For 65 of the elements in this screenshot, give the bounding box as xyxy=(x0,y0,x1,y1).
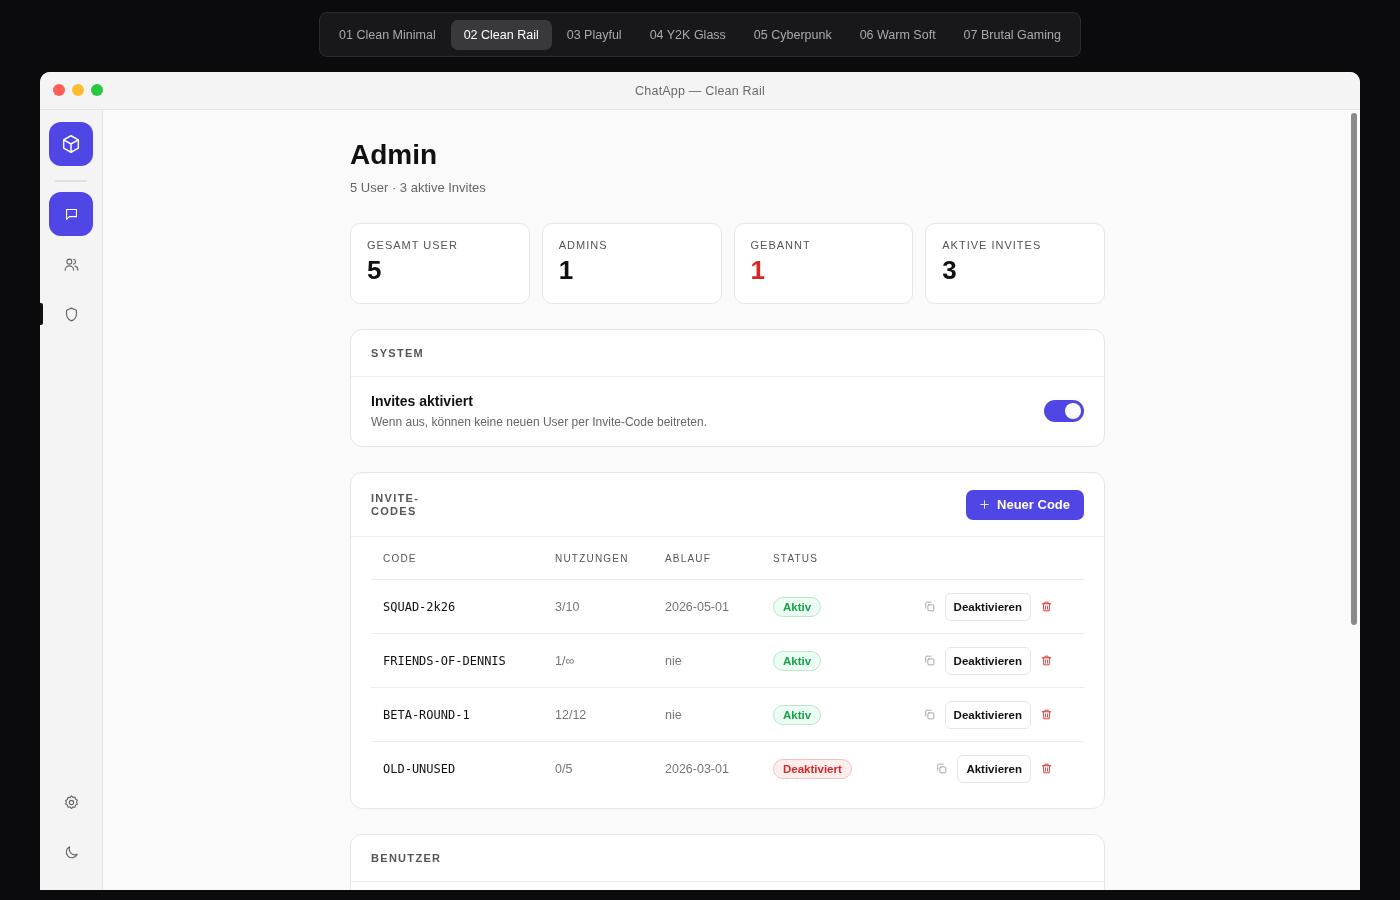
status-badge: Aktiv xyxy=(773,704,822,725)
stat-label: GESAMT USER xyxy=(367,239,459,251)
copy-icon xyxy=(935,762,949,775)
trash-icon xyxy=(1040,600,1053,613)
minimize-button[interactable] xyxy=(72,84,84,96)
column-header: NUTZUNGEN xyxy=(555,552,630,564)
section-heading: BENUTZER xyxy=(371,852,442,864)
theme-tab[interactable]: 04 Y2K Glass xyxy=(636,19,739,50)
window-title: ChatApp — Clean Rail xyxy=(635,83,765,98)
toggle-code-button[interactable]: Aktivieren xyxy=(957,754,1031,783)
table-cell-text: 0/5 xyxy=(555,761,574,776)
stat-value: 1 xyxy=(750,255,766,286)
settings-icon xyxy=(62,793,80,811)
theme-tab[interactable]: 01 Clean Minimal xyxy=(326,19,449,50)
close-button[interactable] xyxy=(53,84,65,96)
code-cell-text: OLD-UNUSED xyxy=(383,761,457,776)
page-title: Admin xyxy=(350,138,439,172)
theme-tab[interactable]: 07 Brutal Gaming xyxy=(950,19,1074,50)
toggle-switch[interactable] xyxy=(1044,400,1084,422)
section-heading: INVITE-CODES xyxy=(371,491,421,518)
code-cell-text: SQUAD-2k26 xyxy=(383,599,457,614)
cube-icon[interactable] xyxy=(60,133,82,155)
toggle-code-button[interactable]: Deaktivieren xyxy=(944,592,1031,621)
stat-label: AKTIVE INVITES xyxy=(942,239,1043,251)
table-cell-text: 3/10 xyxy=(555,599,581,614)
column-header: ABLAUF xyxy=(665,552,713,564)
copy-icon xyxy=(922,600,936,613)
copy-icon xyxy=(922,708,936,721)
code-cell-text: FRIENDS-OF-DENNIS xyxy=(383,653,507,668)
scrollbar[interactable] xyxy=(1351,113,1357,625)
table-cell-text: nie xyxy=(665,707,683,722)
section-heading: SYSTEM xyxy=(371,347,425,359)
maximize-button[interactable] xyxy=(91,84,103,96)
column-header: STATUS xyxy=(773,552,820,564)
toggle-code-button[interactable]: Deaktivieren xyxy=(944,646,1031,675)
column-header: CODE xyxy=(383,552,418,564)
table-cell-text: 12/12 xyxy=(555,707,588,722)
theme-tab[interactable]: 02 Clean Rail xyxy=(450,19,552,50)
plus-icon xyxy=(978,498,992,511)
stat-value: 1 xyxy=(558,255,575,286)
new-code-button[interactable]: Neuer Code xyxy=(966,489,1084,520)
table-cell-text: 1/∞ xyxy=(555,653,576,668)
trash-icon xyxy=(1040,708,1053,721)
chat-nav-button[interactable] xyxy=(49,192,93,236)
stat-label: ADMINS xyxy=(558,239,609,251)
theme-tab[interactable]: 06 Warm Soft xyxy=(846,19,949,50)
stat-label: GEBANNT xyxy=(750,239,812,251)
setting-label: Invites aktiviert xyxy=(371,393,474,409)
status-badge: Aktiv xyxy=(773,650,822,671)
code-cell-text: BETA-ROUND-1 xyxy=(383,707,471,722)
stat-value: 5 xyxy=(367,255,383,286)
table-cell-text: 2026-03-01 xyxy=(665,761,730,776)
table-cell-text: 2026-05-01 xyxy=(665,599,730,614)
setting-description: Wenn aus, können keine neuen User per Invite-Code beitreten. xyxy=(371,415,707,429)
page-subtitle: 5 User · 3 aktive Invites xyxy=(350,180,487,195)
copy-icon xyxy=(922,654,936,667)
toggle-code-button[interactable]: Deaktivieren xyxy=(944,700,1031,729)
trash-icon xyxy=(1040,654,1053,667)
trash-icon xyxy=(1040,762,1053,775)
status-badge: Deaktiviert xyxy=(773,758,852,779)
theme-tab[interactable]: 03 Playful xyxy=(553,19,635,50)
stat-value: 3 xyxy=(942,255,958,286)
table-cell-text: nie xyxy=(665,653,683,668)
theme-tab[interactable]: 05 Cyberpunk xyxy=(740,19,845,50)
status-badge: Aktiv xyxy=(773,596,822,617)
